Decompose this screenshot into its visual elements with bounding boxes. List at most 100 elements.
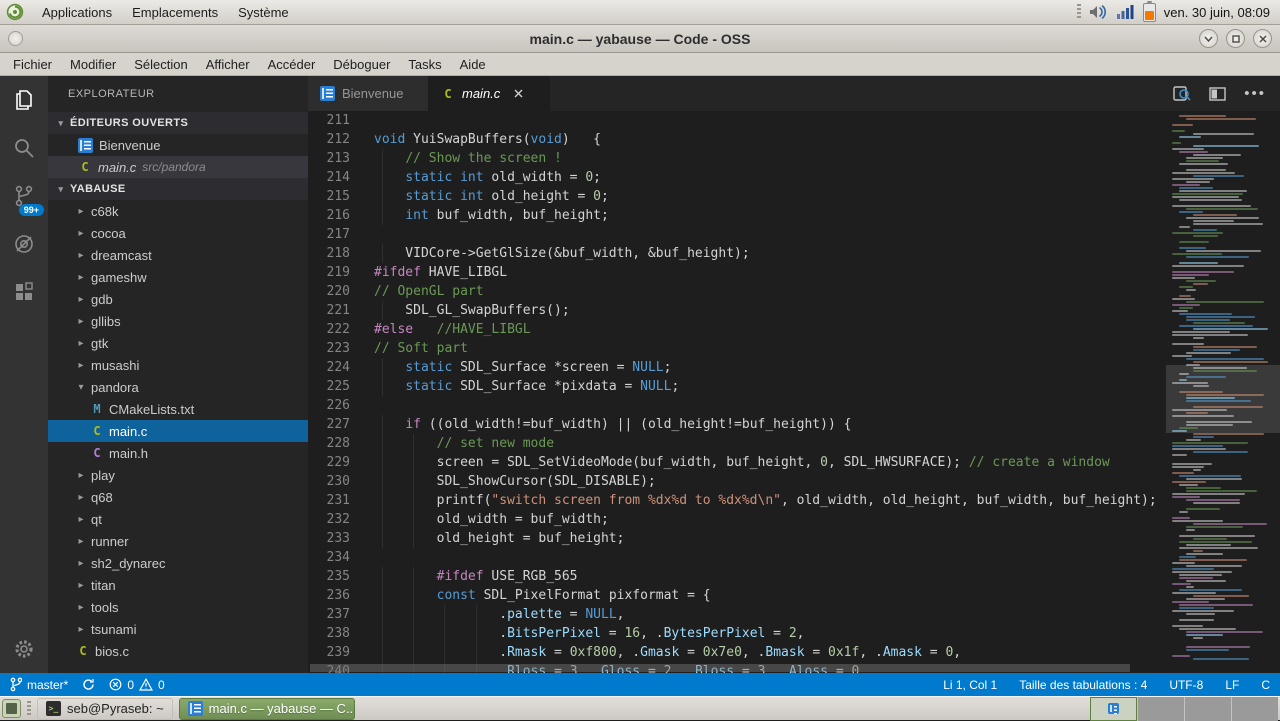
code-line[interactable]: 228 // set new mode: [308, 434, 1280, 453]
tree-item-runner[interactable]: ▸runner: [48, 530, 308, 552]
tree-item-tsunami[interactable]: ▸tsunami: [48, 618, 308, 640]
code-line[interactable]: 239 .Rmask = 0xf800, .Gmask = 0x7e0, .Bm…: [308, 643, 1280, 662]
explorer-icon[interactable]: [0, 76, 48, 124]
distro-logo-icon[interactable]: [6, 3, 24, 21]
applet-handle[interactable]: [27, 701, 31, 717]
tree-item-musashi[interactable]: ▸musashi: [48, 354, 308, 376]
code-line[interactable]: 236 const SDL_PixelFormat pixformat = {: [308, 586, 1280, 605]
tree-item-cocoa[interactable]: ▸cocoa: [48, 222, 308, 244]
tree-item-titan[interactable]: ▸titan: [48, 574, 308, 596]
taskbar-editor-button[interactable]: main.c — yabause — C...: [179, 698, 355, 720]
code-line[interactable]: 219#ifdef HAVE_LIBGL: [308, 263, 1280, 282]
code-line[interactable]: 217: [308, 225, 1280, 244]
menu-fichier[interactable]: Fichier: [4, 55, 61, 74]
code-line[interactable]: 221 SDL_GL_SwapBuffers();: [308, 301, 1280, 320]
panel-menu-système[interactable]: Système: [230, 3, 297, 22]
minimap[interactable]: [1166, 111, 1280, 673]
menu-afficher[interactable]: Afficher: [197, 55, 259, 74]
open-editors-header[interactable]: ▾ ÉDITEURS OUVERTS: [48, 112, 308, 134]
workspace-3[interactable]: [1184, 697, 1231, 721]
menu-tasks[interactable]: Tasks: [399, 55, 450, 74]
language-mode[interactable]: C: [1261, 678, 1270, 692]
window-menu-button[interactable]: [8, 31, 23, 46]
tree-item-play[interactable]: ▸play: [48, 464, 308, 486]
open-editor-bienvenue[interactable]: Bienvenue: [48, 134, 308, 156]
battery-icon[interactable]: [1143, 3, 1156, 22]
tree-item-main.c[interactable]: Cmain.c: [48, 420, 308, 442]
workspace-4[interactable]: [1231, 697, 1278, 721]
tree-item-main.h[interactable]: Cmain.h: [48, 442, 308, 464]
volume-icon[interactable]: [1089, 4, 1109, 20]
source-control-icon[interactable]: 99+: [0, 172, 48, 220]
code-line[interactable]: 230 SDL_ShowCursor(SDL_DISABLE);: [308, 472, 1280, 491]
tree-item-gameshw[interactable]: ▸gameshw: [48, 266, 308, 288]
code-line[interactable]: 237 .palette = NULL,: [308, 605, 1280, 624]
debug-icon[interactable]: [0, 220, 48, 268]
cursor-position[interactable]: Li 1, Col 1: [943, 678, 997, 692]
tab-main-c[interactable]: C main.c: [429, 76, 550, 111]
search-icon[interactable]: [0, 124, 48, 172]
menu-modifier[interactable]: Modifier: [61, 55, 125, 74]
code-line[interactable]: 213 // Show the screen !: [308, 149, 1280, 168]
tree-item-bios.c[interactable]: Cbios.c: [48, 640, 308, 662]
menu-sélection[interactable]: Sélection: [125, 55, 196, 74]
tree-item-q68[interactable]: ▸q68: [48, 486, 308, 508]
tree-item-gllibs[interactable]: ▸gllibs: [48, 310, 308, 332]
tree-item-tools[interactable]: ▸tools: [48, 596, 308, 618]
code-line[interactable]: 223// Soft part: [308, 339, 1280, 358]
tree-item-sh2_dynarec[interactable]: ▸sh2_dynarec: [48, 552, 308, 574]
close-tab-icon[interactable]: [513, 88, 524, 99]
code-line[interactable]: 238 .BitsPerPixel = 16, .BytesPerPixel =…: [308, 624, 1280, 643]
clock[interactable]: ven. 30 juin, 08:09: [1164, 5, 1274, 20]
horizontal-scrollbar[interactable]: [308, 663, 1166, 673]
code-line[interactable]: 216 int buf_width, buf_height;: [308, 206, 1280, 225]
menu-accéder[interactable]: Accéder: [259, 55, 325, 74]
find-in-file-icon[interactable]: [1173, 86, 1191, 102]
tree-item-pandora[interactable]: ▾pandora: [48, 376, 308, 398]
eol[interactable]: LF: [1225, 678, 1239, 692]
tree-item-dreamcast[interactable]: ▸dreamcast: [48, 244, 308, 266]
code-line[interactable]: 214 static int old_width = 0;: [308, 168, 1280, 187]
code-line[interactable]: 215 static int old_height = 0;: [308, 187, 1280, 206]
code-line[interactable]: 226: [308, 396, 1280, 415]
close-button[interactable]: [1253, 29, 1272, 48]
code-editor[interactable]: 211212void YuiSwapBuffers(void) {213 // …: [308, 111, 1280, 673]
code-line[interactable]: 212void YuiSwapBuffers(void) {: [308, 130, 1280, 149]
split-editor-icon[interactable]: [1209, 87, 1226, 101]
code-line[interactable]: 222#else //HAVE_LIBGL: [308, 320, 1280, 339]
workspace-1[interactable]: [1090, 697, 1137, 721]
open-editor-main-c[interactable]: C main.c src/pandora: [48, 156, 308, 178]
code-line[interactable]: 231 printf("switch screen from %dx%d to …: [308, 491, 1280, 510]
panel-menu-applications[interactable]: Applications: [34, 3, 120, 22]
code-line[interactable]: 235 #ifdef USE_RGB_565: [308, 567, 1280, 586]
code-line[interactable]: 232 old_width = buf_width;: [308, 510, 1280, 529]
panel-menu-emplacements[interactable]: Emplacements: [124, 3, 226, 22]
tree-item-qt[interactable]: ▸qt: [48, 508, 308, 530]
project-header[interactable]: ▾ YABAUSE: [48, 178, 308, 200]
code-line[interactable]: 218 VIDCore->GetGlSize(&buf_width, &buf_…: [308, 244, 1280, 263]
show-desktop-icon[interactable]: [2, 699, 21, 718]
network-signal-icon[interactable]: [1117, 4, 1135, 20]
git-branch-item[interactable]: master*: [10, 677, 68, 692]
code-line[interactable]: 229 screen = SDL_SetVideoMode(buf_width,…: [308, 453, 1280, 472]
extensions-icon[interactable]: [0, 268, 48, 316]
taskbar-terminal-button[interactable]: >_ seb@Pyraseb: ~: [37, 698, 173, 720]
workspace-2[interactable]: [1137, 697, 1184, 721]
code-line[interactable]: 234: [308, 548, 1280, 567]
code-line[interactable]: 224 static SDL_Surface *screen = NULL;: [308, 358, 1280, 377]
code-line[interactable]: 220// OpenGL part: [308, 282, 1280, 301]
tree-item-gdb[interactable]: ▸gdb: [48, 288, 308, 310]
code-line[interactable]: 211: [308, 111, 1280, 130]
code-line[interactable]: 225 static SDL_Surface *pixdata = NULL;: [308, 377, 1280, 396]
tree-item-c68k[interactable]: ▸c68k: [48, 200, 308, 222]
menu-déboguer[interactable]: Déboguer: [324, 55, 399, 74]
more-actions-icon[interactable]: •••: [1244, 89, 1266, 99]
shade-button[interactable]: [1199, 29, 1218, 48]
sync-item[interactable]: [82, 678, 95, 691]
tree-item-CMakeLists.txt[interactable]: MCMakeLists.txt: [48, 398, 308, 420]
tree-item-gtk[interactable]: ▸gtk: [48, 332, 308, 354]
tab-size[interactable]: Taille des tabulations : 4: [1019, 678, 1147, 692]
maximize-button[interactable]: [1226, 29, 1245, 48]
problems-item[interactable]: 0 0: [109, 678, 164, 692]
scrollbar-thumb[interactable]: [310, 664, 1130, 672]
